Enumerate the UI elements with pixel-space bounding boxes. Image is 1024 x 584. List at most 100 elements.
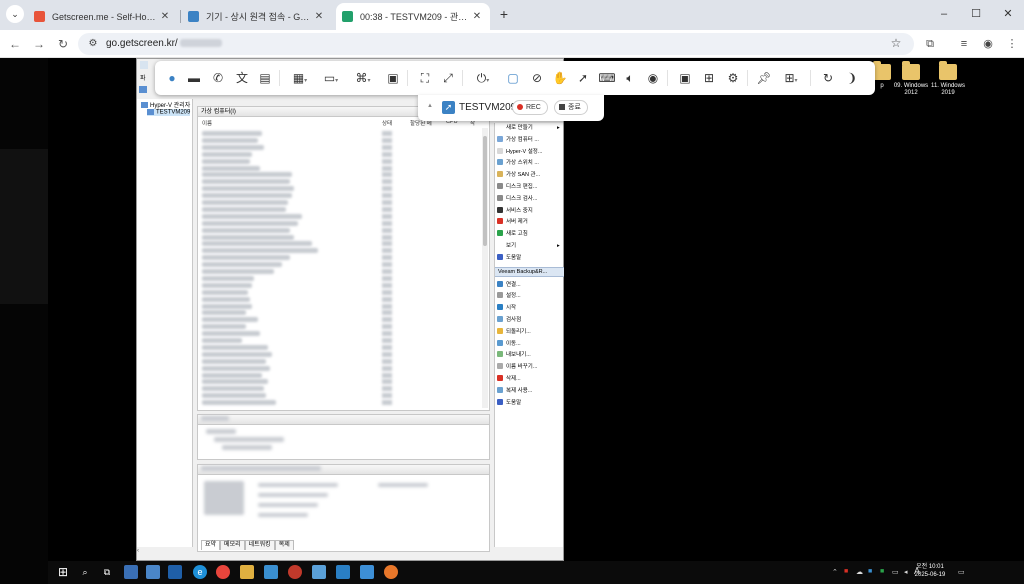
translate-button[interactable]: 文 <box>233 69 251 87</box>
site-info-icon[interactable]: ⚙ <box>86 37 100 51</box>
forward-button[interactable]: → <box>30 35 48 53</box>
sound-button[interactable]: 🔈︎ <box>621 69 639 87</box>
collapse-caret-icon[interactable]: ▲ <box>427 103 433 109</box>
action-item[interactable]: 새로 고침 <box>497 229 528 239</box>
hyperv-manager-window[interactable]: 파 Hyper-V 관리자 TESTVM209 ‹ 가상 컴퓨터(I) 이름 상… <box>136 58 564 561</box>
close-icon[interactable]: ✕ <box>312 11 326 22</box>
shortcuts-button[interactable]: ⌘▾ <box>351 69 375 87</box>
action-item[interactable]: 보기 ▸ <box>497 241 560 251</box>
firefox-browser-icon[interactable] <box>384 565 398 579</box>
network-app-icon[interactable] <box>124 565 138 579</box>
action-item[interactable]: 가상 스위치 ... <box>497 158 539 168</box>
settings-button[interactable]: ⚙ <box>724 69 742 87</box>
action-item[interactable]: 되돌리기... <box>497 327 531 337</box>
chat-button[interactable]: ▬ <box>185 69 203 87</box>
keyboard-button[interactable]: ⌨ <box>598 69 616 87</box>
close-icon[interactable]: ✕ <box>470 11 484 22</box>
action-item[interactable]: 시작 <box>497 303 516 313</box>
reconnect-button[interactable]: ↻ <box>819 69 837 87</box>
clipboard-button[interactable]: ▦▾ <box>288 69 312 87</box>
end-session-button[interactable]: 종료 <box>554 100 588 115</box>
back-button[interactable]: ← <box>6 35 24 53</box>
hyperv-app-icon[interactable] <box>168 565 182 579</box>
col-state[interactable]: 상태 <box>382 119 392 127</box>
close-icon[interactable]: ✕ <box>158 11 172 22</box>
tray-network-icon[interactable]: ▭ <box>892 568 899 576</box>
action-item[interactable]: 서비스 중지 <box>497 206 533 216</box>
server-manager-icon[interactable] <box>146 565 160 579</box>
system-info-button[interactable]: ⊞ <box>700 69 718 87</box>
red-app-icon[interactable] <box>288 565 302 579</box>
files-button[interactable]: ▭▾ <box>319 69 343 87</box>
action-item[interactable]: 도움말 <box>497 398 521 408</box>
action-item[interactable]: 서버 제거 <box>497 217 528 227</box>
action-item[interactable]: 검사점 <box>497 315 521 325</box>
remote-app-icon[interactable] <box>360 565 374 579</box>
col-name[interactable]: 이름 <box>202 119 212 127</box>
call-button[interactable]: ✆ <box>209 69 227 87</box>
bookmark-star-icon[interactable]: ☆ <box>888 35 904 51</box>
tab-summary[interactable]: 요약 <box>201 540 221 550</box>
tab-search-button[interactable]: ⌄ <box>6 5 24 23</box>
connection-quality-button[interactable]: ❩ <box>843 69 861 87</box>
new-tab-button[interactable]: + <box>496 6 512 22</box>
vm-row[interactable] <box>202 399 482 407</box>
pin-toolbar-button[interactable]: 📌︎ <box>755 69 773 87</box>
profile-avatar-icon[interactable]: ◉ <box>980 36 996 52</box>
close-window-button[interactable]: ✕ <box>998 5 1018 23</box>
action-item[interactable]: 새로 만들기 ▸ <box>497 123 560 133</box>
remote-desktop-viewport[interactable]: p 09. Windows 2012 11. Windows 2019 파 Hy… <box>0 58 1024 584</box>
fullscreen-button[interactable]: ⤢ <box>439 69 457 87</box>
windows-start-icon[interactable]: ⊞ <box>56 565 70 579</box>
scroll-left-icon[interactable]: ‹ <box>137 548 139 554</box>
tree-hscroll[interactable]: ‹ <box>137 547 193 555</box>
action-item[interactable]: 내보내기... <box>497 350 531 360</box>
action-item[interactable]: 이동... <box>497 339 521 349</box>
tray-app-icon[interactable]: ■ <box>844 568 848 575</box>
action-item[interactable]: 디스크 검사... <box>497 194 537 204</box>
action-item[interactable]: 가상 컴퓨터 ... <box>497 135 539 145</box>
edge-browser-icon[interactable]: e <box>193 565 207 579</box>
action-item[interactable]: 디스크 편집... <box>497 182 537 192</box>
tray-overflow-icon[interactable]: ⌃ <box>832 568 838 576</box>
control-mode-button[interactable]: ▢ <box>504 69 522 87</box>
tab-memory[interactable]: 메모리 <box>220 540 245 550</box>
tree-hyperv-manager[interactable]: Hyper-V 관리자 <box>141 100 190 109</box>
back-arrow-icon[interactable] <box>139 86 147 93</box>
tray-cloud-icon[interactable]: ☁ <box>856 568 863 576</box>
search-icon[interactable]: ⌕ <box>78 565 92 579</box>
tray-app-icon[interactable]: ■ <box>868 568 872 575</box>
tab-getscreen-selfhosted[interactable]: Getscreen.me - Self-Hosted - ✕ <box>28 3 178 30</box>
tab-networking[interactable]: 네트워킹 <box>244 540 275 550</box>
user-button[interactable]: ● <box>163 69 181 87</box>
tray-app-icon[interactable]: ■ <box>880 568 884 575</box>
action-item[interactable]: Hyper-V 설정... <box>497 147 542 157</box>
file-explorer-icon[interactable] <box>240 565 254 579</box>
action-item[interactable]: 연결... <box>497 280 521 290</box>
block-input-button[interactable]: ✋ <box>551 69 569 87</box>
taskbar-clock[interactable]: 오전 10:01 2025-06-19 <box>910 563 950 579</box>
action-item[interactable]: 복제 사용... <box>497 386 532 396</box>
chrome-browser-icon[interactable] <box>216 565 230 579</box>
store-app-icon[interactable] <box>264 565 278 579</box>
actions-group-header[interactable]: Veeam Backup&R... <box>495 266 564 277</box>
minimize-button[interactable]: – <box>934 5 954 23</box>
fit-screen-button[interactable]: ⛶ <box>416 69 434 87</box>
screenshot-button[interactable]: ▣ <box>676 69 694 87</box>
desktop-folder-windows2012[interactable]: 09. Windows 2012 <box>891 61 931 112</box>
tab-session-testvm209[interactable]: 00:38 - TESTVM209 - 관리자 : ✕ <box>336 3 490 30</box>
notepad-app-icon[interactable] <box>312 565 326 579</box>
maximize-button[interactable]: ☐ <box>966 5 986 23</box>
document-button[interactable]: ▤ <box>256 69 274 87</box>
address-bar[interactable]: ⚙ go.getscreen.kr/ <box>78 33 914 55</box>
vm-list-scrollbar[interactable] <box>482 128 488 408</box>
scrollbar-thumb[interactable] <box>483 136 487 246</box>
getscreen-app-icon[interactable] <box>336 565 350 579</box>
reload-button[interactable]: ↻ <box>54 35 72 53</box>
task-view-icon[interactable]: ⧉ <box>100 565 114 579</box>
more-menu-icon[interactable]: ⋮ <box>1004 36 1020 52</box>
cursor-button[interactable]: ➚ <box>574 69 592 87</box>
terminal-button[interactable]: ▣ <box>384 69 402 87</box>
tab-replication[interactable]: 복제 <box>274 540 294 550</box>
monitor-select-button[interactable]: ⊞▾ <box>779 69 803 87</box>
